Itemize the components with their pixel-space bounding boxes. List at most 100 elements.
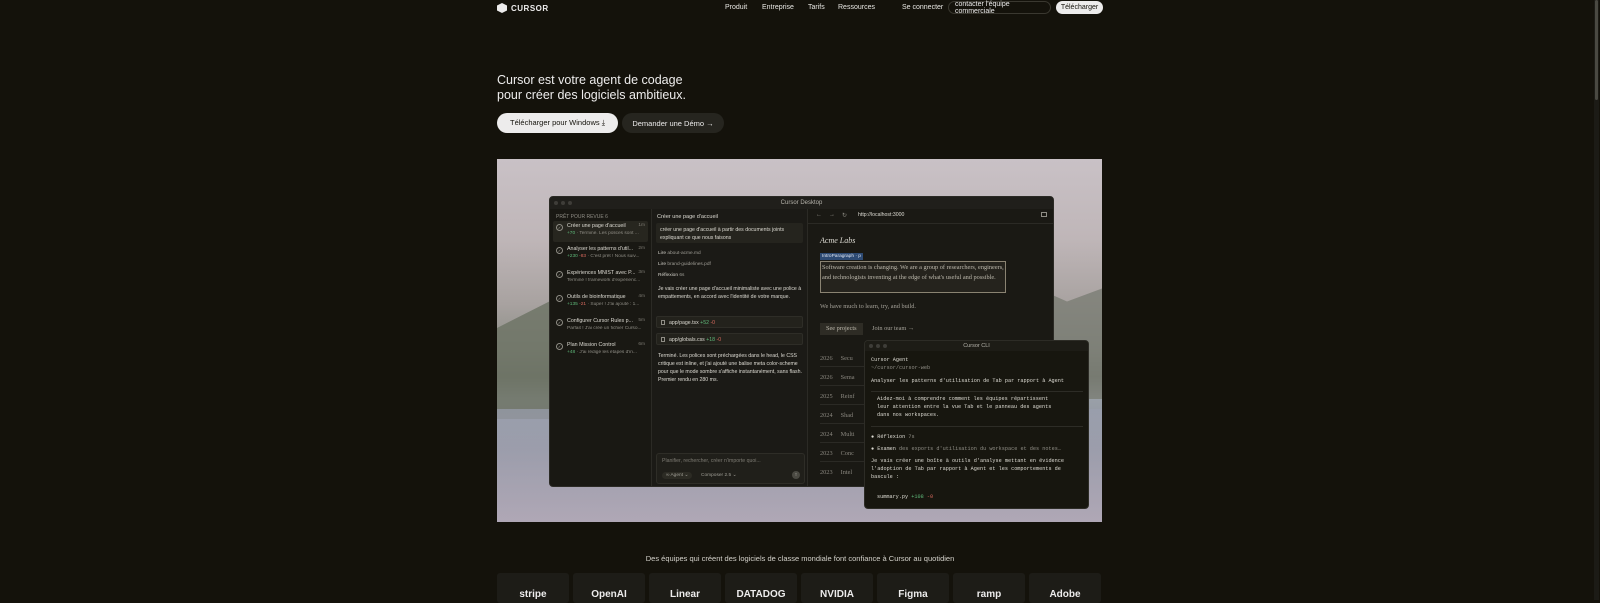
sidebar-item-bioinformatics[interactable]: ✓ Outils de bioinformatique 4m +135 -21 … (553, 292, 648, 313)
timeline-year: 2026 (820, 374, 833, 381)
customer-logo-stripe: stripe (497, 573, 569, 603)
logo-text: CURSOR (511, 3, 549, 13)
sidebar-item-analyze-patterns[interactable]: ✓ Analyser les patterns d'util... 2m +23… (553, 244, 648, 265)
open-tab-icon[interactable] (1041, 212, 1047, 217)
cli-window-title: Cursor CLI (865, 341, 1088, 351)
url-bar[interactable]: http://localhost:3000 (858, 212, 904, 218)
timeline-row: 2024 Multi (820, 431, 855, 438)
changed-file-globals[interactable]: app/globals.css +18 -0 (656, 333, 803, 345)
scrollbar-thumb[interactable] (1595, 0, 1598, 100)
cli-path: ~/cursor/cursor-web (871, 365, 931, 371)
summary-text: · C'est prêt ! Nous suiv... (587, 254, 640, 259)
secondary-paragraph: We have much to learn, try, and build. (820, 303, 916, 310)
window-maximize-button[interactable] (883, 344, 887, 348)
reload-icon[interactable]: ↻ (842, 212, 847, 219)
sidebar-item-time: 5m (638, 318, 645, 323)
sign-in-link[interactable]: Se connecter (902, 4, 943, 11)
sidebar-item-title: Outils de bioinformatique (567, 294, 626, 300)
customer-logo-nvidia: NVIDIA (801, 573, 873, 603)
see-projects-button[interactable]: See projects (820, 323, 863, 335)
site-name: Acme Labs (820, 236, 856, 245)
removed-count: -0 (710, 320, 716, 326)
send-icon[interactable]: ↑ (792, 471, 800, 479)
cli-prompt-text: Aidez-moi à comprendre comment les équip… (877, 396, 1052, 418)
added-count: +48 (567, 350, 576, 355)
forward-icon[interactable]: → (829, 212, 835, 218)
intro-paragraph[interactable]: Software creation is changing. We are a … (820, 261, 1006, 293)
trusted-by-text: Des équipes qui créent des logiciels de … (645, 554, 955, 563)
cli-file-name: summary.py (877, 494, 909, 500)
sidebar-item-time: 1m (638, 223, 645, 228)
sidebar-item-title: Créer une page d'accueil (567, 223, 626, 229)
removed-count: -83 (579, 254, 587, 259)
cli-thinking-label: Réflexion (877, 434, 906, 440)
download-windows-button[interactable]: Télécharger pour Windows ⤓ (497, 113, 618, 133)
contact-sales-button[interactable]: contacter l'équipe commerciale (948, 1, 1051, 15)
sidebar-item-subtitle: +70 · Terminé. Les polices sont ... (567, 231, 645, 236)
timeline-year: 2026 (820, 355, 833, 362)
sidebar-item-title: Expériences MNIST avec P... (567, 270, 636, 276)
read-file: brand-guidelines.pdf (667, 262, 711, 267)
hero-title-line-1: Cursor est votre agent de codage (497, 73, 683, 87)
cursor-logo-icon (497, 3, 507, 13)
cli-exam-label: Examen (877, 446, 896, 452)
cli-thinking: ● Réflexion 7s (871, 434, 915, 440)
agent-mode-dropdown[interactable]: ∞ Agent ⌄ (662, 472, 693, 479)
window-minimize-button[interactable] (561, 201, 565, 205)
timeline-text: Sema (840, 374, 855, 381)
window-minimize-button[interactable] (876, 344, 880, 348)
hero-title: Cursor est votre agent de codage pour cr… (497, 73, 797, 103)
cli-thinking-time: 7s (908, 434, 915, 440)
nav-link-produit[interactable]: Produit (725, 4, 747, 11)
timeline-year: 2023 (820, 450, 833, 457)
window-close-button[interactable] (554, 201, 558, 205)
request-demo-button[interactable]: Demander une Démo → (622, 113, 724, 133)
model-dropdown[interactable]: Composer 2.5 ⌄ (701, 473, 736, 478)
chat-title: Créer une page d'accueil (657, 214, 718, 220)
sidebar-item-cursor-rules[interactable]: ✓ Configurer Cursor Rules p... 5m Parfai… (553, 316, 648, 337)
summary-text: · Super ! J'ai ajouté : 1... (587, 302, 640, 307)
timeline-text: Shad (840, 412, 854, 419)
customer-logo-linear: Linear (649, 573, 721, 603)
cli-plan: Je vais créer une boîte à outils d'analy… (871, 458, 1065, 480)
sidebar-item-time: 6m (638, 342, 645, 347)
sidebar-heading: PRÊT POUR REVUE 6 (556, 214, 608, 220)
added-count: +18 (706, 337, 716, 343)
cli-exam-text: des exports d'utilisation du workspace e… (899, 446, 1061, 452)
customer-logo-figma: Figma (877, 573, 949, 603)
window-close-button[interactable] (869, 344, 873, 348)
check-icon: ✓ (556, 295, 563, 302)
window-maximize-button[interactable] (568, 201, 572, 205)
sidebar-item-mission-control[interactable]: ✓ Plan Mission Control 6m +48 · J'ai réd… (553, 340, 648, 361)
read-step-2: Lire brand-guidelines.pdf (658, 262, 711, 267)
changed-file-page[interactable]: app/page.tsx +52 -0 (656, 316, 803, 328)
timeline-row: 2024 Shad (820, 412, 853, 419)
nav-link-ressources[interactable]: Ressources (838, 4, 875, 11)
download-button[interactable]: Télécharger (1056, 1, 1103, 14)
thinking-label: Réflexion (658, 273, 678, 278)
cursor-cli-window: Cursor CLI Cursor Agent ~/cursor/cursor-… (864, 340, 1089, 509)
join-team-link[interactable]: Join our team → (872, 323, 914, 335)
timeline-year: 2025 (820, 393, 833, 400)
nav-link-entreprise[interactable]: Entreprise (762, 4, 794, 11)
sidebar-item-create-landing[interactable]: ✓ Créer une page d'accueil 1m +70 · Term… (553, 221, 648, 242)
timeline-text: Secu (840, 355, 853, 362)
sidebar-item-mnist[interactable]: ✓ Expériences MNIST avec P... 3m Terminé… (553, 268, 648, 289)
added-count: +52 (700, 320, 709, 326)
sidebar-item-title: Analyser les patterns d'util... (567, 246, 634, 252)
agent-plan: Je vais créer une page d'accueil minimal… (658, 286, 802, 300)
sidebar-item-time: 4m (638, 294, 645, 299)
check-icon: ✓ (556, 343, 563, 350)
sidebar-item-time: 2m (638, 246, 645, 251)
sidebar-item-subtitle: Parfait ! J'ai créé un fichier Curso... (567, 326, 642, 331)
timeline-text: Conc (840, 450, 854, 457)
back-icon[interactable]: ← (816, 212, 822, 218)
sidebar-item-title: Configurer Cursor Rules p... (567, 318, 633, 324)
timeline-row: 2025 Reinf (820, 393, 855, 400)
cli-prompt-box: Aidez-moi à comprendre comment les équip… (871, 391, 1083, 427)
nav-link-tarifs[interactable]: Tarifs (808, 4, 825, 11)
chat-input[interactable]: Planifier, rechercher, créer n'importe q… (656, 453, 805, 484)
timeline-text: Intel (840, 469, 853, 476)
cursor-logo[interactable]: CURSOR (497, 3, 549, 13)
cli-command: Analyser les patterns d'utilisation de T… (871, 378, 1065, 384)
